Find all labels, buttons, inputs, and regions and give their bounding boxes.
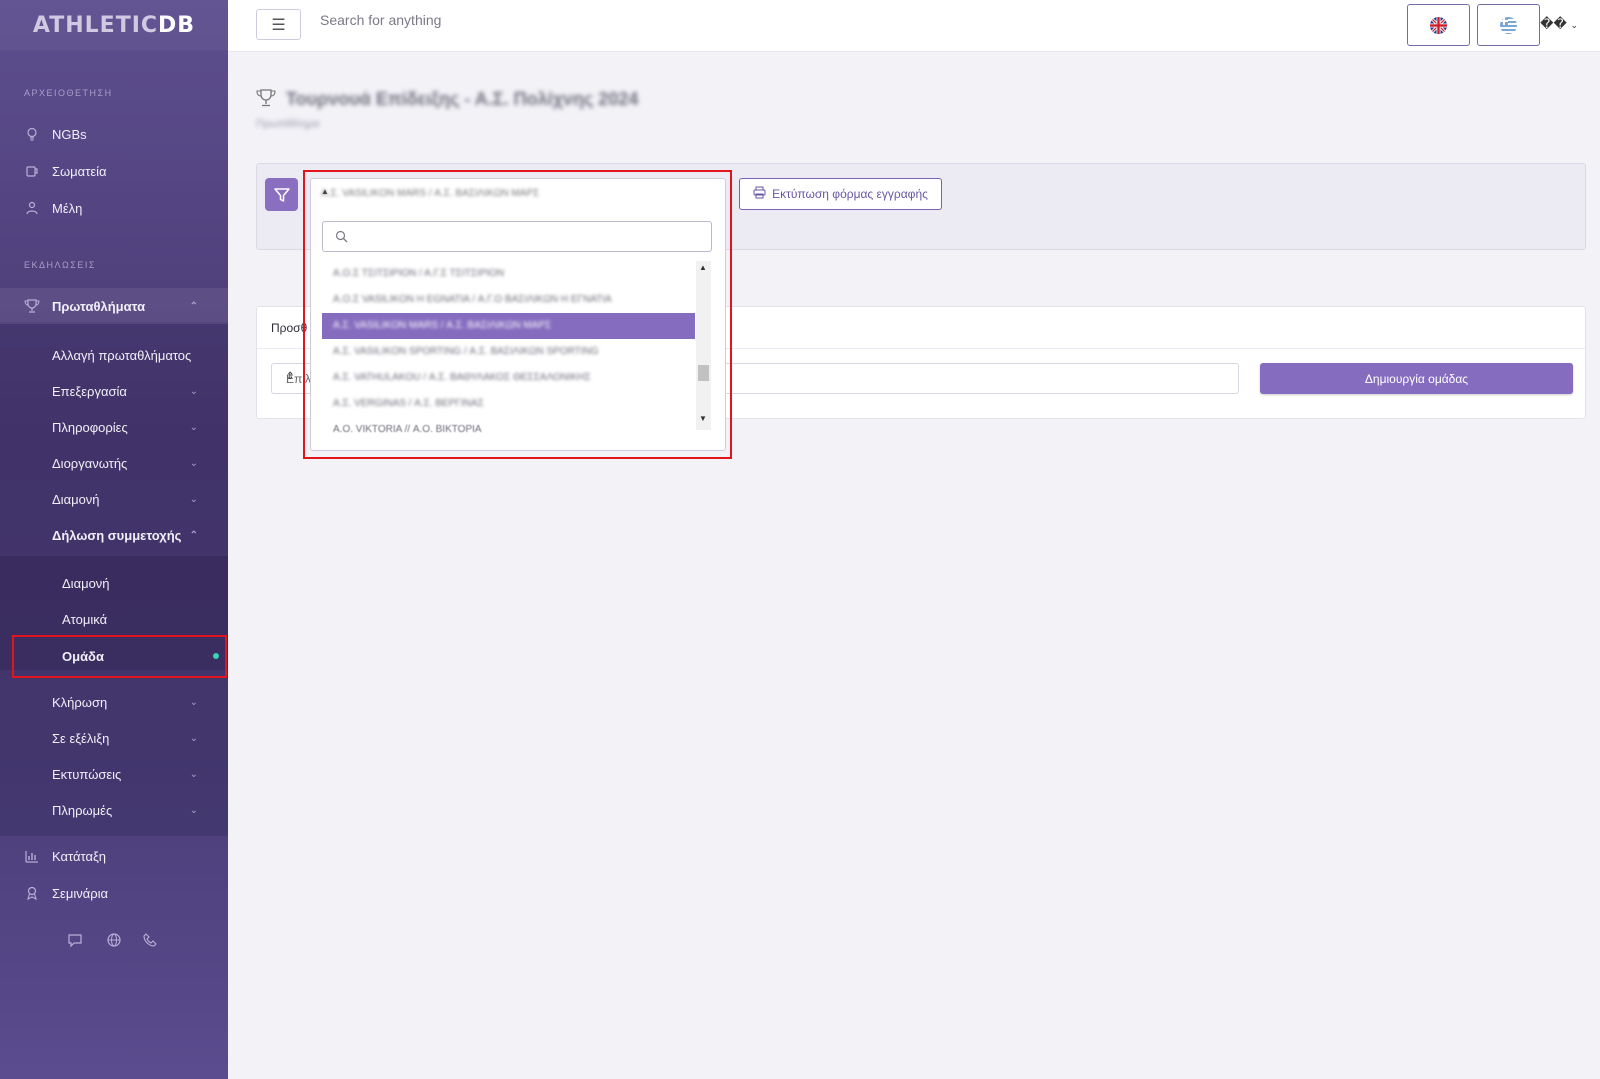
sidebar-item-label: Διαμονή xyxy=(62,575,110,591)
user-menu-label: �� xyxy=(1540,16,1567,31)
sidebar-item-label: Εκτυπώσεις xyxy=(52,766,122,782)
language-greek-button[interactable] xyxy=(1477,4,1540,46)
sidebar-item-seminars[interactable]: Σεμινάρια xyxy=(0,875,228,911)
sidebar-item-ngbs[interactable]: NGBs xyxy=(0,116,228,152)
sidebar-item-reg-individual[interactable]: Ατομικά xyxy=(0,601,228,637)
sidebar-item-label: Σωματεία xyxy=(52,163,107,179)
sidebar-item-change-championship[interactable]: Αλλαγή πρωταθλήματος xyxy=(0,337,228,373)
filter-icon xyxy=(265,178,298,211)
create-team-button[interactable]: Δημιουργία ομάδας xyxy=(1260,363,1573,394)
chevron-down-icon: ⌄ xyxy=(189,421,198,433)
sidebar-item-in-progress[interactable]: Σε εξέλιξη ⌄ xyxy=(0,720,228,756)
lightbulb-icon xyxy=(24,126,40,142)
sidebar-item-ranking[interactable]: Κατάταξη xyxy=(0,838,228,874)
chevron-down-icon: ⌄ xyxy=(189,768,198,780)
sidebar-item-label: Πληρωμές xyxy=(52,802,113,818)
chevron-down-icon: ⌄ xyxy=(189,385,198,397)
sidebar-item-payments[interactable]: Πληρωμές ⌄ xyxy=(0,792,228,828)
language-english-button[interactable] xyxy=(1407,4,1470,46)
cup-icon xyxy=(24,163,40,179)
sidebar: ATHLETICDB ΑΡΧΕΙΟΘΕΤΗΣΗ NGBs Σωματεία Μέ… xyxy=(0,0,228,1079)
sidebar-item-label: Πρωταθλήματα xyxy=(52,298,146,314)
chevron-up-icon: ⌃ xyxy=(189,529,198,541)
sidebar-item-label: Κλήρωση xyxy=(52,694,108,710)
uk-flag-icon xyxy=(1430,16,1447,34)
chevron-down-icon: ⌄ xyxy=(189,457,198,469)
sidebar-item-label: Σεμινάρια xyxy=(52,885,109,901)
sidebar-item-label: Διοργανωτής xyxy=(52,455,128,471)
greek-flag-icon xyxy=(1500,16,1517,34)
page-subtitle: Πρωτάθλημα xyxy=(256,118,320,130)
top-header: ☰ Search for anything �� ⌄ xyxy=(228,0,1600,52)
chat-icon[interactable] xyxy=(67,932,83,951)
bar-chart-icon xyxy=(24,848,40,864)
sidebar-item-label: Σε εξέλιξη xyxy=(52,730,110,746)
sidebar-item-info[interactable]: Πληροφορίες ⌄ xyxy=(0,409,228,445)
page-title: Τουρνουά Επίδειξης - Α.Σ. Πολίχνης 2024 xyxy=(286,89,639,109)
sidebar-item-championships[interactable]: Πρωταθλήματα ⌃ xyxy=(0,288,228,324)
print-button-label: Εκτύπωση φόρμας εγγραφής xyxy=(772,187,928,201)
global-search-input[interactable]: Search for anything xyxy=(320,12,441,28)
sidebar-item-registration[interactable]: Δήλωση συμμετοχής ⌃ xyxy=(0,517,228,553)
sidebar-item-members[interactable]: Μέλη xyxy=(0,190,228,226)
sidebar-item-label: Διαμονή xyxy=(52,491,100,507)
sidebar-item-label: NGBs xyxy=(52,126,87,142)
printer-icon xyxy=(753,186,766,202)
menu-toggle-button[interactable]: ☰ xyxy=(256,9,301,40)
globe-icon[interactable] xyxy=(106,932,122,951)
sidebar-item-organizer[interactable]: Διοργανωτής ⌄ xyxy=(0,445,228,481)
team-card-title: Προσθ xyxy=(271,321,308,335)
sidebar-item-label: Κατάταξη xyxy=(52,848,107,864)
sidebar-item-reg-accommodation[interactable]: Διαμονή xyxy=(0,565,228,601)
sidebar-item-label: Αλλαγή πρωταθλήματος xyxy=(52,347,192,363)
chevron-down-icon: ⌄ xyxy=(189,493,198,505)
logo-text-db: DB xyxy=(158,12,196,38)
chevron-up-icon: ⌃ xyxy=(189,300,198,312)
sidebar-item-label: Δήλωση συμμετοχής xyxy=(52,527,182,543)
sidebar-item-accommodation[interactable]: Διαμονή ⌄ xyxy=(0,481,228,517)
section-title-archive: ΑΡΧΕΙΟΘΕΤΗΣΗ xyxy=(24,88,113,98)
sidebar-item-clubs[interactable]: Σωματεία xyxy=(0,153,228,189)
sidebar-item-label: Ατομικά xyxy=(62,611,108,627)
sidebar-item-label: Μέλη xyxy=(52,200,83,216)
chevron-down-icon: ⌄ xyxy=(189,696,198,708)
chevron-down-icon: ⌄ xyxy=(189,804,198,816)
chevron-down-icon: ⌄ xyxy=(1570,20,1578,30)
trophy-icon xyxy=(24,298,40,314)
chevron-down-icon: ⌄ xyxy=(189,732,198,744)
section-title-events: ΕΚΔΗΛΩΣΕΙΣ xyxy=(24,260,96,270)
sidebar-item-editing[interactable]: Επεξεργασία ⌄ xyxy=(0,373,228,409)
user-menu-dropdown[interactable]: �� ⌄ xyxy=(1540,16,1578,32)
sidebar-item-label: Επεξεργασία xyxy=(52,383,127,399)
sidebar-item-draw[interactable]: Κλήρωση ⌄ xyxy=(0,684,228,720)
highlight-box-dropdown xyxy=(303,170,732,459)
sidebar-item-prints[interactable]: Εκτυπώσεις ⌄ xyxy=(0,756,228,792)
trophy-icon xyxy=(256,89,276,110)
print-registration-form-button[interactable]: Εκτύπωση φόρμας εγγραφής xyxy=(739,178,942,210)
phone-icon[interactable] xyxy=(142,932,158,951)
page-header: Τουρνουά Επίδειξης - Α.Σ. Πολίχνης 2024 xyxy=(256,89,638,110)
user-icon xyxy=(24,200,40,216)
sidebar-item-label: Πληροφορίες xyxy=(52,419,128,435)
hamburger-icon: ☰ xyxy=(271,16,286,34)
logo-text-athletic: ATHLETIC xyxy=(32,12,159,38)
award-icon xyxy=(24,885,40,901)
app-logo[interactable]: ATHLETICDB xyxy=(0,0,228,50)
highlight-box-team xyxy=(12,635,227,678)
